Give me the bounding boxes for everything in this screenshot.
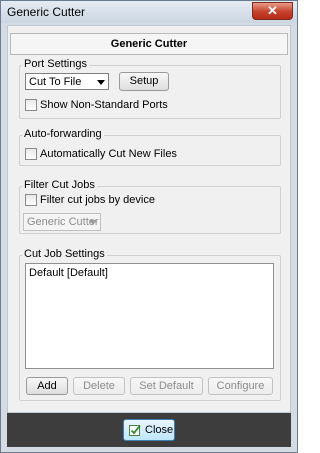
setup-button[interactable]: Setup [119, 72, 169, 91]
add-button[interactable]: Add [26, 377, 68, 395]
device-select-value: Generic Cutter [27, 216, 99, 228]
window-close-button[interactable]: ✕ [252, 2, 293, 20]
auto-forwarding-title: Auto-forwarding [22, 128, 104, 140]
set-default-button[interactable]: Set Default [130, 377, 203, 395]
configure-button[interactable]: Configure [208, 377, 273, 395]
page-title: Generic Cutter [10, 33, 288, 55]
auto-cut-label: Automatically Cut New Files [40, 148, 177, 160]
list-item[interactable]: Default [Default] [29, 267, 108, 279]
chevron-down-icon [89, 220, 97, 225]
filter-by-device-label: Filter cut jobs by device [40, 194, 155, 206]
close-button-label: Close [145, 424, 174, 436]
delete-button[interactable]: Delete [73, 377, 125, 395]
port-select-value: Cut To File [29, 76, 82, 88]
chevron-down-icon [97, 80, 105, 85]
close-button[interactable]: Close [123, 419, 175, 441]
filter-cut-jobs-title: Filter Cut Jobs [22, 179, 97, 191]
dialog-window: Generic Cutter ✕ Generic Cutter Port Set… [0, 0, 298, 453]
window-title: Generic Cutter [7, 5, 86, 19]
show-non-standard-ports-label: Show Non-Standard Ports [40, 99, 168, 111]
show-non-standard-ports-checkbox[interactable] [25, 99, 37, 111]
cut-job-list[interactable]: Default [Default] [25, 263, 274, 369]
cut-job-settings-title: Cut Job Settings [22, 248, 107, 260]
filter-by-device-checkbox[interactable] [25, 194, 37, 206]
port-settings-title: Port Settings [22, 58, 89, 70]
close-icon: ✕ [267, 3, 278, 18]
port-select[interactable]: Cut To File [25, 73, 109, 90]
check-icon [129, 424, 141, 436]
title-bar[interactable]: Generic Cutter ✕ [1, 1, 297, 23]
device-select[interactable]: Generic Cutter [23, 213, 101, 231]
auto-cut-checkbox[interactable] [25, 148, 37, 160]
